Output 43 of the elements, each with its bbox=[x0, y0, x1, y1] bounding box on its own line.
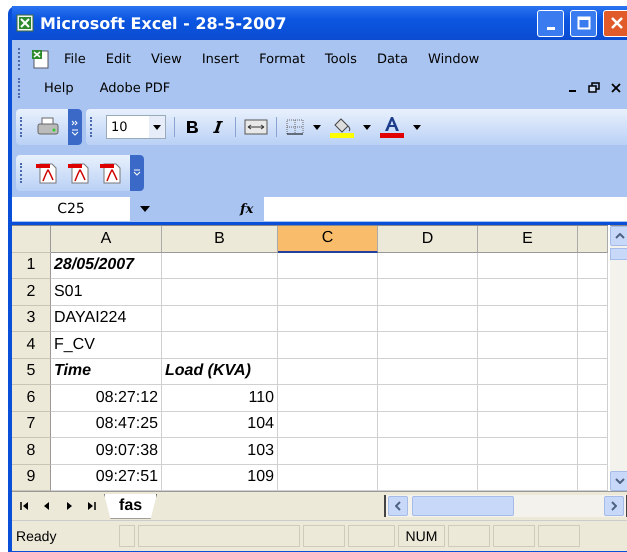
menu-item[interactable]: Help bbox=[36, 80, 82, 96]
status-indicator: NUM bbox=[398, 525, 445, 547]
row-header[interactable]: 5 bbox=[12, 358, 51, 385]
table-cell[interactable]: 110 bbox=[162, 385, 278, 412]
row-header[interactable]: 2 bbox=[12, 279, 51, 306]
table-cell[interactable]: 08:27:12 bbox=[51, 385, 162, 412]
column-header[interactable]: C bbox=[278, 226, 378, 252]
table-cell[interactable]: S01 bbox=[51, 279, 162, 306]
font-size-dropdown[interactable]: 10 bbox=[106, 115, 166, 139]
menu-item[interactable]: View bbox=[142, 52, 190, 66]
row-header[interactable]: 1 bbox=[12, 252, 51, 279]
name-box[interactable]: C25 bbox=[12, 197, 130, 221]
row-header[interactable]: 6 bbox=[12, 385, 51, 412]
row-header[interactable]: 3 bbox=[12, 306, 51, 332]
table-cell[interactable]: Load (KVA) bbox=[162, 358, 278, 385]
sheet-tab[interactable]: fas bbox=[104, 494, 158, 518]
column-header[interactable]: D bbox=[378, 226, 478, 252]
table-cell[interactable]: F_CV bbox=[51, 332, 162, 358]
table-cell[interactable]: 104 bbox=[162, 412, 278, 438]
menu-item[interactable]: Insert bbox=[194, 52, 248, 66]
menu-item[interactable]: Adobe PDF bbox=[92, 80, 178, 96]
table-cell[interactable]: 08:47:25 bbox=[51, 412, 162, 438]
window-title: Microsoft Excel - 28-5-2007 bbox=[40, 14, 287, 32]
column-header[interactable]: B bbox=[162, 226, 278, 252]
function-label[interactable]: fx bbox=[240, 202, 264, 216]
table-cell[interactable]: Time bbox=[51, 358, 162, 385]
table-cell[interactable]: DAYAI224 bbox=[51, 306, 162, 332]
menu-item[interactable]: File bbox=[56, 52, 94, 66]
status-text: Ready bbox=[15, 528, 58, 544]
row-header[interactable]: 8 bbox=[12, 438, 51, 464]
menu-item[interactable]: Tools bbox=[316, 52, 365, 66]
row-header[interactable]: 9 bbox=[12, 464, 51, 491]
column-header[interactable]: E bbox=[478, 226, 578, 252]
table-cell[interactable]: 103 bbox=[162, 438, 278, 464]
table-cell[interactable]: 28/05/2007 bbox=[51, 252, 162, 279]
menu-item[interactable]: Data bbox=[368, 52, 416, 66]
menu-item[interactable]: Format bbox=[251, 52, 313, 66]
column-header[interactable]: A bbox=[51, 226, 162, 252]
menu-item[interactable]: Window bbox=[420, 52, 488, 66]
menu-item[interactable]: Edit bbox=[98, 52, 139, 66]
row-header[interactable]: 7 bbox=[12, 412, 51, 438]
row-header[interactable]: 4 bbox=[12, 332, 51, 358]
table-cell[interactable]: 09:07:38 bbox=[51, 438, 162, 464]
